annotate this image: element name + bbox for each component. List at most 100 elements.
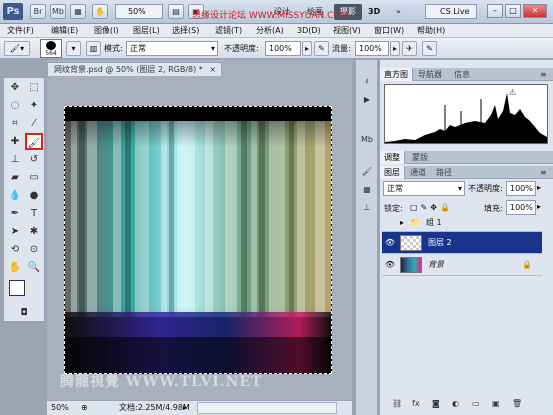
eraser-tool-icon[interactable]: ▰ [6, 169, 24, 186]
opacity-field[interactable]: 100% [265, 41, 301, 56]
dodge-tool-icon[interactable]: ● [25, 187, 43, 204]
minimize-button[interactable]: – [487, 4, 503, 18]
menu-window[interactable]: 窗口(W) [371, 24, 407, 38]
document-canvas[interactable] [64, 106, 332, 374]
3d-rotate-tool-icon[interactable]: ⟲ [6, 241, 24, 258]
close-button[interactable]: ✕ [523, 4, 547, 18]
menu-select[interactable]: 选择(S) [169, 24, 202, 38]
adjustment-layer-icon[interactable]: ◐ [452, 397, 459, 411]
more-workspaces-button[interactable]: » [392, 5, 405, 19]
tab-navigator[interactable]: 导航器 [414, 68, 446, 81]
fill-slider-icon[interactable]: ▸ [537, 202, 541, 211]
layer-blend-mode-select[interactable]: 正常 ▾ [383, 181, 465, 196]
brush-preset-picker[interactable]: 564 [40, 39, 62, 58]
menu-3d[interactable]: 3D(D) [294, 24, 324, 38]
actions-icon[interactable]: ▶ [359, 92, 375, 107]
flow-dropdown-icon[interactable]: ▸ [390, 41, 400, 56]
cs-live-button[interactable]: CS Live [425, 4, 477, 19]
blur-tool-icon[interactable]: 💧 [6, 187, 24, 204]
brush-tool-icon[interactable]: 🖌 [25, 133, 43, 150]
3d-orbit-tool-icon[interactable]: ⊙ [25, 241, 43, 258]
menu-image[interactable]: 图像(I) [91, 24, 122, 38]
view-extras-icon[interactable]: ▦ [70, 4, 86, 19]
panel-menu-icon[interactable]: ≡ [536, 68, 551, 81]
layer-row-background[interactable]: 👁 背景 🔒 [382, 254, 542, 276]
layer-opacity-field[interactable]: 100% [506, 181, 536, 196]
hand-icon[interactable]: ✋ [92, 4, 108, 19]
clone-stamp-tool-icon[interactable]: ⊥ [6, 151, 24, 168]
zoom-tool-icon[interactable]: 🔍 [25, 259, 43, 276]
path-select-tool-icon[interactable]: ➤ [6, 223, 24, 240]
move-tool-icon[interactable]: ✥ [6, 79, 24, 96]
lock-icons[interactable]: ▢✎✥🔒 [410, 203, 453, 212]
menu-view[interactable]: 视图(V) [330, 24, 364, 38]
quick-mask-icon[interactable]: ◘ [15, 306, 33, 320]
toggle-brush-panel-icon[interactable]: ▥ [86, 41, 101, 56]
healing-brush-tool-icon[interactable]: ✚ [6, 133, 24, 150]
layer-opacity-slider-icon[interactable]: ▸ [537, 183, 541, 192]
maximize-button[interactable]: □ [505, 4, 521, 18]
menu-layer[interactable]: 图层(L) [130, 24, 163, 38]
layer-style-icon[interactable]: fx [412, 397, 420, 411]
status-menu-icon[interactable]: ▸ [183, 401, 187, 415]
quick-select-tool-icon[interactable]: ✦ [25, 97, 43, 114]
tab-layers[interactable]: 图层 [380, 166, 405, 179]
new-layer-icon[interactable]: ▣ [492, 397, 500, 411]
eyedropper-tool-icon[interactable]: ⁄ [25, 115, 43, 132]
layer-row-layer2[interactable]: 👁 图层 2 [382, 232, 542, 254]
tab-histogram[interactable]: 直方图 [380, 68, 413, 81]
foreground-color-swatch[interactable] [9, 280, 25, 296]
blend-mode-select[interactable]: 正常 ▾ [126, 41, 218, 56]
menu-edit[interactable]: 编辑(E) [48, 24, 81, 38]
tab-masks[interactable]: 蒙版 [408, 151, 432, 164]
tablet-pressure-size-icon[interactable]: ✎ [422, 41, 437, 56]
lasso-tool-icon[interactable]: ◌ [6, 97, 24, 114]
workspace-3d[interactable]: 3D [368, 5, 380, 19]
eye-icon[interactable]: 👁 [384, 232, 396, 254]
arrange-documents-icon[interactable]: ▤ [168, 4, 184, 19]
tab-channels[interactable]: 通道 [406, 166, 430, 179]
link-layers-icon[interactable]: ⛓ [392, 397, 402, 411]
menu-filter[interactable]: 滤镜(T) [212, 24, 245, 38]
history-icon[interactable]: ♯ [359, 74, 375, 89]
type-tool-icon[interactable]: T [25, 205, 43, 222]
mini-bridge-panel-icon[interactable]: Mb [359, 132, 375, 147]
gradient-tool-icon[interactable]: ▭ [25, 169, 43, 186]
layers-menu-icon[interactable]: ≡ [536, 166, 551, 179]
tab-info[interactable]: 信息 [450, 68, 474, 81]
add-mask-icon[interactable]: ◙ [432, 397, 440, 411]
flow-field[interactable]: 100% [355, 41, 389, 56]
fill-field[interactable]: 100% [506, 200, 536, 215]
clone-source-icon[interactable]: ⊥ [359, 200, 375, 215]
delete-layer-icon[interactable]: 🗑 [512, 397, 522, 411]
document-tab[interactable]: 网纹背景.psd @ 50% (图层 2, RGB/8) * × [47, 62, 222, 76]
zoom-level-select[interactable]: 50% [115, 4, 163, 19]
status-zoom[interactable]: 50% [51, 401, 69, 415]
airbrush-icon[interactable]: ✈ [402, 41, 417, 56]
expand-arrow-icon[interactable]: ▸ [400, 214, 404, 232]
tool-preset-picker[interactable]: 🖌▾ [4, 41, 30, 56]
tablet-pressure-opacity-icon[interactable]: ✎ [314, 41, 329, 56]
close-icon[interactable]: × [209, 65, 216, 74]
brush-presets-icon[interactable]: 🖌 [359, 164, 375, 179]
menu-analysis[interactable]: 分析(A) [253, 24, 287, 38]
marquee-tool-icon[interactable]: ⬚ [25, 79, 43, 96]
layer-row-group[interactable]: ▸ 📁 组 1 [382, 214, 542, 232]
horizontal-scrollbar[interactable] [197, 402, 337, 414]
menu-help[interactable]: 帮助(H) [414, 24, 448, 38]
opacity-dropdown-icon[interactable]: ▸ [302, 41, 312, 56]
crop-tool-icon[interactable]: ⌗ [6, 115, 24, 132]
brush-panel-toggle-icon[interactable]: ▾ [66, 41, 81, 56]
bridge-icon[interactable]: Br [30, 4, 46, 19]
eye-icon[interactable]: 👁 [384, 254, 396, 276]
tab-paths[interactable]: 路径 [432, 166, 456, 179]
history-brush-tool-icon[interactable]: ↺ [25, 151, 43, 168]
pen-tool-icon[interactable]: ✒ [6, 205, 24, 222]
tab-adjustments[interactable]: 调整 [380, 151, 405, 164]
new-group-icon[interactable]: ▭ [472, 397, 480, 411]
shape-tool-icon[interactable]: ✱ [25, 223, 43, 240]
mini-bridge-icon[interactable]: Mb [50, 4, 66, 19]
status-icon[interactable]: ⊕ [81, 401, 88, 415]
brush-panel-icon[interactable]: ▦ [359, 182, 375, 197]
hand-tool-icon[interactable]: ✋ [6, 259, 24, 276]
